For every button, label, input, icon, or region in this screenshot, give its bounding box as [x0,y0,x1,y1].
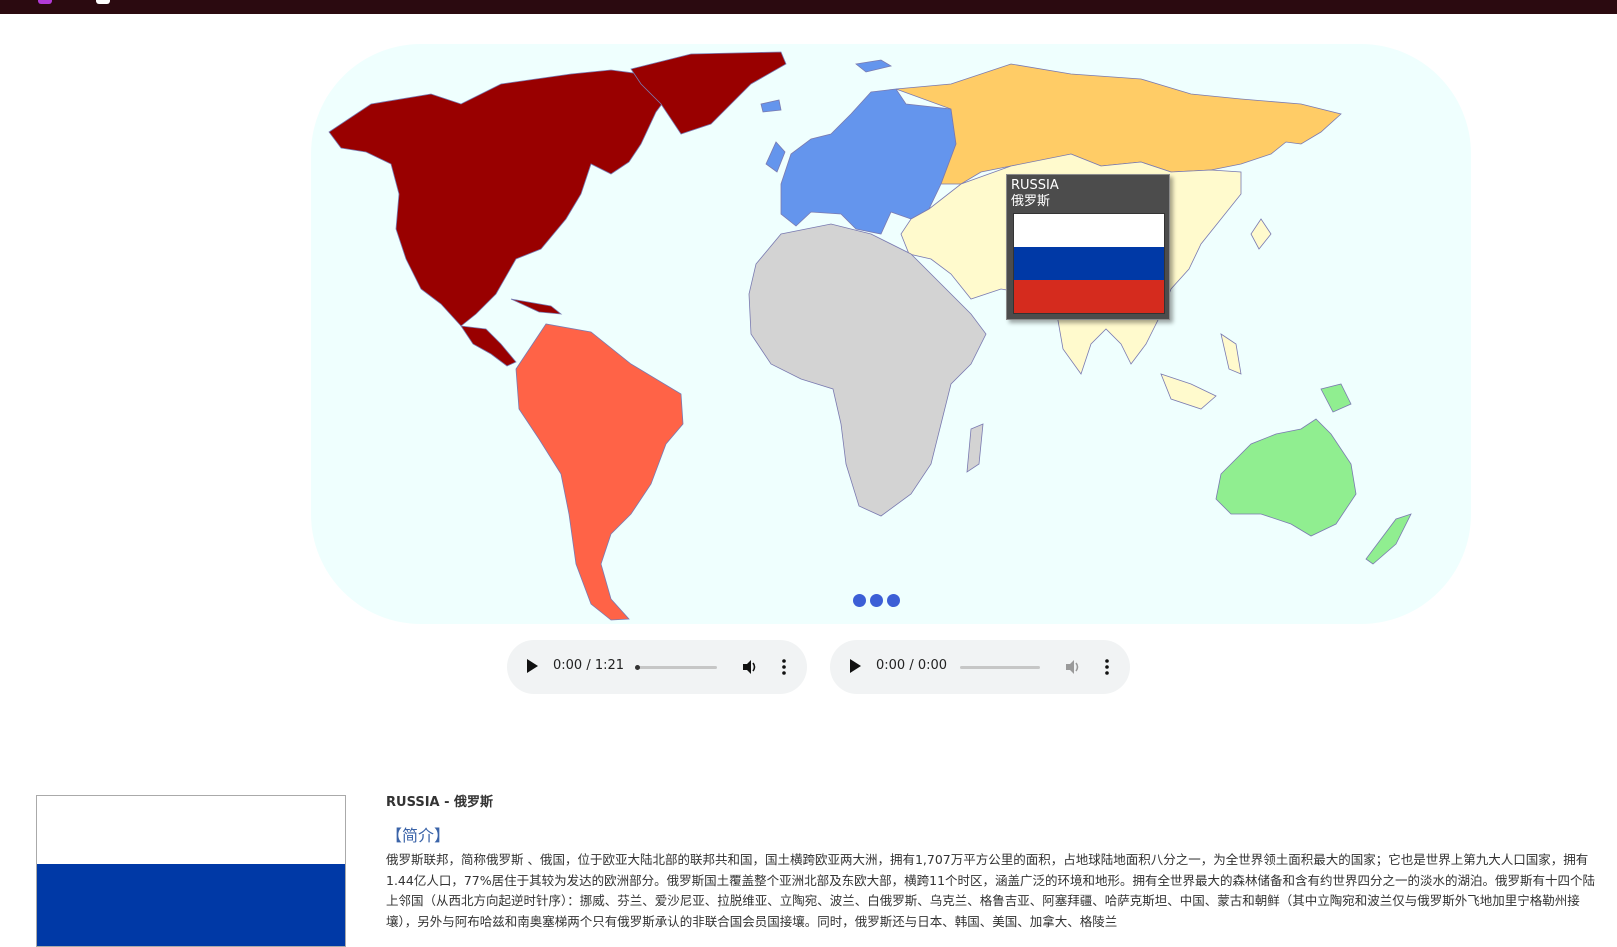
tooltip-flag-image [1013,213,1165,314]
audio-progress-track[interactable] [960,666,1040,669]
region-north-america[interactable] [328,51,787,367]
region-south-america[interactable] [515,323,684,621]
carousel-dot-3[interactable] [887,594,900,607]
audio-progress-track[interactable] [637,666,717,669]
country-info: RUSSIA - 俄罗斯 【简介】 俄罗斯联邦，简称俄罗斯 、俄国，位于欧亚大陆… [386,791,1606,932]
volume-icon[interactable] [1064,658,1082,676]
flag-band-white [37,796,345,864]
section-title: 【简介】 [386,826,451,845]
flag-band-red [1014,279,1164,313]
country-flag-image [36,795,346,947]
carousel-dot-2[interactable] [870,594,883,607]
audio-player-2[interactable]: 0:00 / 0:00 [830,640,1130,694]
audio-player-1[interactable]: 0:00 / 1:21 [507,640,807,694]
region-oceania[interactable] [1215,383,1412,565]
play-icon[interactable] [527,659,538,673]
flag-band-white [1014,214,1164,247]
country-tooltip: RUSSIA 俄罗斯 [1006,174,1170,320]
audio-time: 0:00 / 1:21 [553,658,625,673]
bookmark-icon[interactable] [96,0,110,4]
world-map-panel [311,44,1471,624]
tooltip-country-name: RUSSIA [1011,178,1059,193]
play-icon[interactable] [850,659,861,673]
more-options-icon[interactable] [1104,658,1110,676]
flag-band-blue [37,864,345,946]
audio-time: 0:00 / 0:00 [876,658,948,673]
volume-icon[interactable] [741,658,759,676]
country-title: RUSSIA - 俄罗斯 [386,795,494,810]
country-description: 俄罗斯联邦，简称俄罗斯 、俄国，位于欧亚大陆北部的联邦共和国，国土横跨欧亚两大洲… [386,852,1596,929]
audio-progress-thumb[interactable] [635,665,640,670]
flag-band-blue [1014,246,1164,280]
browser-top-bar [0,0,1617,14]
more-options-icon[interactable] [781,658,787,676]
app-icon[interactable] [38,0,52,4]
carousel-dot-1[interactable] [853,594,866,607]
world-map[interactable] [311,44,1471,624]
tooltip-country-local-name: 俄罗斯 [1011,194,1051,209]
